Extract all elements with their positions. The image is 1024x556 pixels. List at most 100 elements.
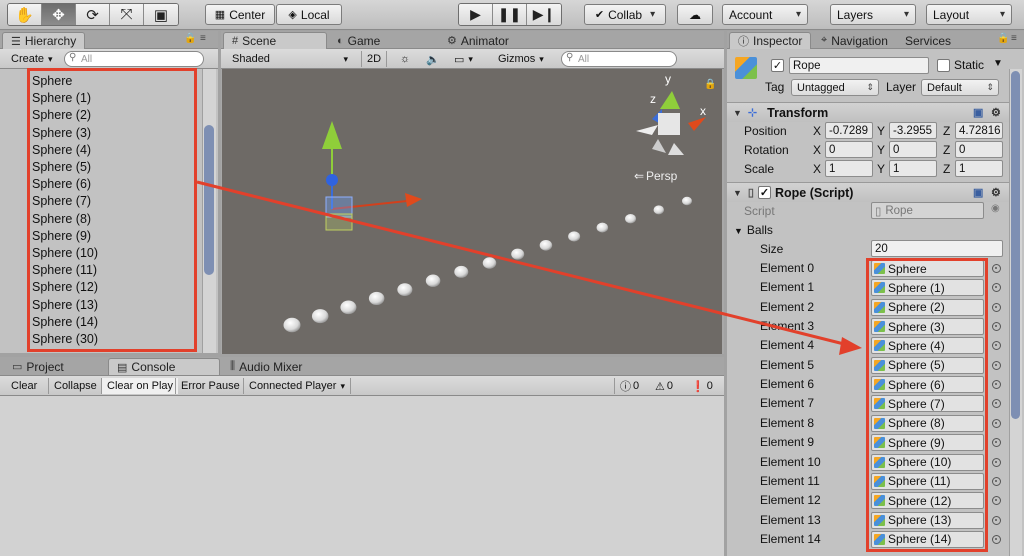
element-object-field[interactable]: Sphere (5) [871, 356, 984, 374]
message-count-toggle[interactable]: ❗ 0 [686, 378, 718, 394]
element-object-field[interactable]: Sphere (1) [871, 279, 984, 297]
inspector-menu-icon[interactable]: ≡ [1011, 33, 1017, 44]
settings-gear-icon[interactable]: ⚙ [991, 186, 1001, 199]
object-picker-icon[interactable] [992, 457, 1001, 467]
rect-tool-icon[interactable]: ▣ [144, 4, 178, 25]
audio-toggle-icon[interactable]: 🔈 [421, 51, 445, 67]
rotation-x-field[interactable]: 0 [825, 141, 873, 158]
hierarchy-search-input[interactable]: All [64, 51, 204, 67]
balls-foldout[interactable]: ▼ Balls [734, 223, 773, 237]
step-icon[interactable]: ▶❙ [527, 4, 561, 25]
hierarchy-item[interactable]: Sphere (30) [32, 331, 98, 348]
object-picker-icon[interactable] [992, 534, 1001, 544]
space-local-button[interactable]: ◈ Local [276, 4, 342, 25]
active-checkbox[interactable]: ✓ [771, 59, 784, 72]
hand-tool-icon[interactable]: ✋ [8, 4, 42, 25]
tab-console[interactable]: ▤ Console [108, 358, 220, 375]
object-picker-icon[interactable] [992, 476, 1001, 486]
object-picker-icon[interactable] [992, 380, 1001, 390]
rope-script-header[interactable]: ▼ ▯ ✓ Rope (Script) ▣ ⚙ [727, 182, 1017, 202]
gizmos-dropdown[interactable]: Gizmos [493, 51, 549, 67]
connected-player-dropdown[interactable]: Connected Player [243, 378, 351, 394]
x-axis-arrow-icon[interactable] [405, 193, 422, 207]
hierarchy-item[interactable]: Sphere (4) [32, 142, 91, 159]
rotate-tool-icon[interactable]: ⟳ [76, 4, 110, 25]
persp-label[interactable]: Persp [646, 169, 678, 183]
tab-hierarchy[interactable]: ☰ Hierarchy [2, 32, 86, 49]
transform-header[interactable]: ▼ ⊹ Transform ▣ ⚙ [727, 102, 1017, 122]
scale-z-field[interactable]: 1 [955, 160, 1003, 177]
sphere-object[interactable] [596, 222, 609, 233]
hierarchy-scroll-thumb[interactable] [204, 125, 214, 275]
console-log-area[interactable] [0, 396, 724, 556]
clear-on-play-toggle[interactable]: Clear on Play [101, 378, 179, 394]
element-object-field[interactable]: Sphere (8) [871, 414, 984, 432]
sphere-object[interactable] [283, 317, 301, 333]
hierarchy-item[interactable]: Sphere [32, 73, 72, 90]
hierarchy-item[interactable]: Sphere (8) [32, 211, 91, 228]
sphere-object[interactable] [625, 214, 637, 224]
object-picker-icon[interactable] [992, 515, 1001, 525]
position-x-field[interactable]: -0.7289 [825, 122, 873, 139]
sphere-object[interactable] [511, 248, 525, 260]
warning-count-toggle[interactable]: ⚠ 0 [650, 378, 678, 394]
size-field[interactable]: 20 [871, 240, 1003, 257]
lighting-toggle-icon[interactable]: ☼ [395, 51, 415, 67]
object-name-field[interactable]: Rope [789, 57, 929, 74]
element-object-field[interactable]: Sphere (12) [871, 492, 984, 510]
element-object-field[interactable]: Sphere [871, 260, 984, 277]
hierarchy-item[interactable]: Sphere (1) [32, 90, 91, 107]
y-axis-arrow-icon[interactable] [322, 121, 342, 149]
collab-button[interactable]: ✔ Collab [584, 4, 666, 25]
sphere-object[interactable] [482, 257, 497, 269]
hierarchy-item[interactable]: Sphere (2) [32, 107, 91, 124]
element-object-field[interactable]: Sphere (3) [871, 318, 984, 336]
object-picker-icon[interactable] [992, 283, 1001, 293]
object-picker-icon[interactable] [992, 302, 1001, 312]
tag-dropdown[interactable]: Untagged [791, 79, 879, 96]
element-object-field[interactable]: Sphere (2) [871, 298, 984, 316]
hierarchy-item[interactable]: Sphere (9) [32, 228, 91, 245]
element-object-field[interactable]: Sphere (6) [871, 376, 984, 394]
sphere-object[interactable] [568, 231, 581, 242]
hierarchy-item[interactable]: Sphere (11) [32, 262, 97, 279]
tab-scene[interactable]: # Scene [223, 32, 327, 49]
element-object-field[interactable]: Sphere (11) [871, 472, 984, 490]
rotation-z-field[interactable]: 0 [955, 141, 1003, 158]
position-y-field[interactable]: -3.2955 [889, 122, 937, 139]
object-picker-icon[interactable] [992, 341, 1001, 351]
object-picker-icon[interactable] [992, 496, 1001, 506]
lock-icon[interactable]: 🔒 [184, 33, 196, 44]
account-dropdown[interactable]: Account [722, 4, 808, 25]
scene-viewport[interactable]: y z x 🔒 Persp ⇐ [222, 69, 722, 354]
element-object-field[interactable]: Sphere (10) [871, 453, 984, 471]
tab-project[interactable]: ▭ Project [4, 358, 72, 375]
sphere-object[interactable] [682, 196, 692, 206]
scene-canvas[interactable]: y z x 🔒 Persp ⇐ [222, 69, 722, 354]
sphere-object[interactable] [653, 205, 665, 215]
hierarchy-item[interactable]: Sphere (12) [32, 279, 98, 296]
object-picker-icon[interactable] [992, 360, 1001, 370]
clear-button[interactable]: Clear [6, 378, 42, 394]
sphere-object[interactable] [368, 291, 385, 306]
object-picker-icon[interactable] [992, 322, 1001, 332]
scale-y-field[interactable]: 1 [889, 160, 937, 177]
tab-audio-mixer[interactable]: ⫼ Audio Mixer [222, 358, 310, 375]
help-icon[interactable]: ▣ [973, 186, 983, 199]
scale-tool-icon[interactable]: ⤧ [110, 4, 144, 25]
sphere-object[interactable] [311, 309, 329, 324]
hierarchy-item[interactable]: Sphere (14) [32, 314, 98, 331]
element-object-field[interactable]: Sphere (7) [871, 395, 984, 413]
tab-animator[interactable]: ⚙ Animator [439, 32, 517, 49]
element-object-field[interactable]: Sphere (13) [871, 511, 984, 529]
create-button[interactable]: Create [6, 51, 58, 67]
scale-x-field[interactable]: 1 [825, 160, 873, 177]
element-object-field[interactable]: Sphere (4) [871, 337, 984, 355]
element-object-field[interactable]: Sphere (14) [871, 530, 984, 548]
sphere-object[interactable] [425, 274, 441, 287]
settings-gear-icon[interactable]: ⚙ [991, 106, 1001, 119]
error-count-toggle[interactable]: ⓘ 0 [614, 378, 644, 394]
object-picker-icon[interactable] [992, 438, 1001, 448]
static-checkbox[interactable] [937, 59, 950, 72]
error-pause-button[interactable]: Error Pause [175, 378, 245, 394]
